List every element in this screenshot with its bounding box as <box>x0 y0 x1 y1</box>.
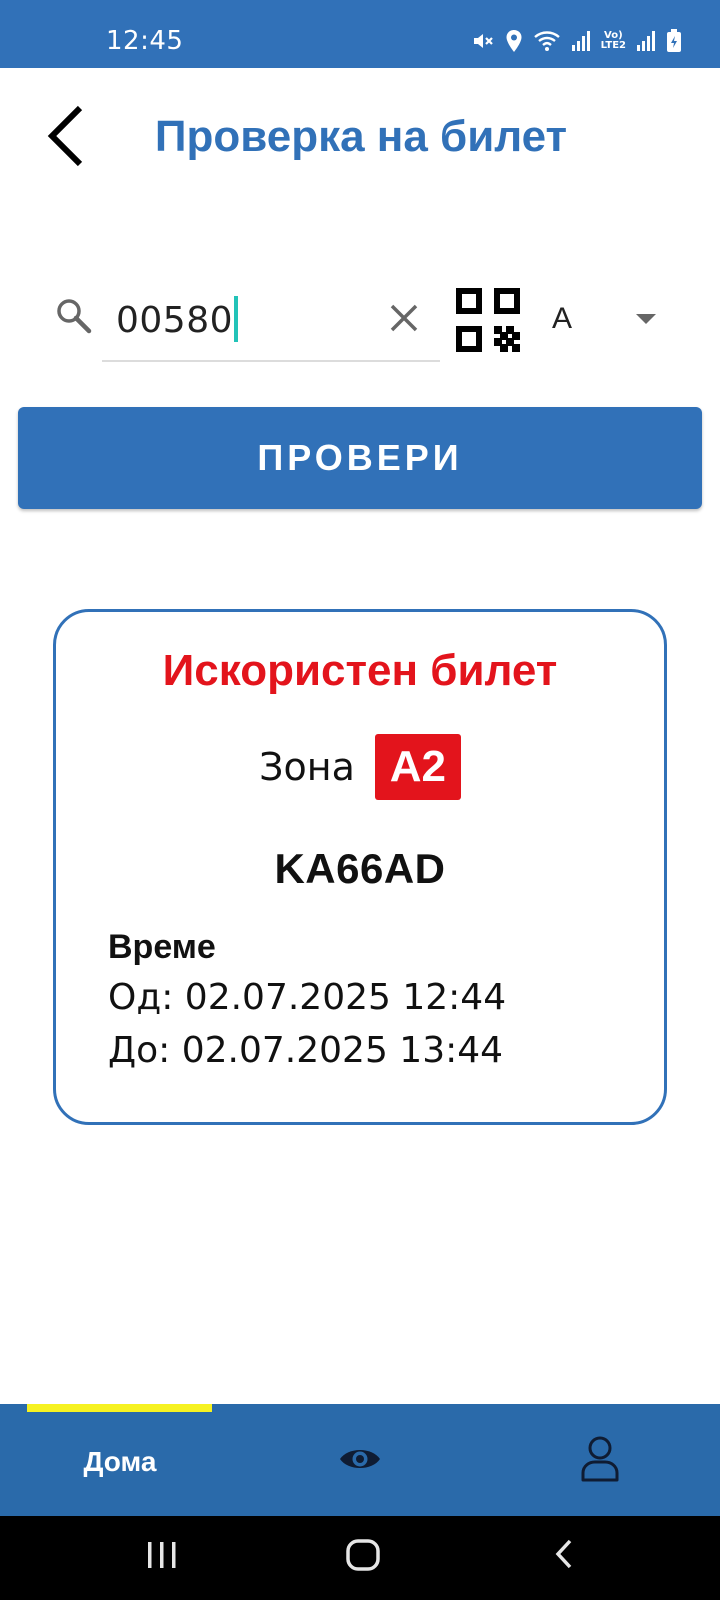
mute-icon <box>473 34 493 48</box>
zone-label: Зона <box>259 745 355 789</box>
status-bar: 12:45 Vo) LTE2 <box>0 0 720 68</box>
time-to: До: 02.07.2025 13:44 <box>108 1030 504 1071</box>
qr-scan-button[interactable] <box>454 286 522 354</box>
text-caret <box>234 296 239 342</box>
nav-home-label: Дома <box>83 1446 157 1477</box>
system-back-button[interactable] <box>535 1534 595 1584</box>
search-icon <box>57 299 92 334</box>
bottom-nav: Дома <box>0 1404 720 1516</box>
ticket-status: Искористен билет <box>162 646 558 695</box>
zone-select[interactable]: A <box>546 290 664 350</box>
system-nav-bar <box>0 1516 720 1600</box>
dropdown-arrow-icon <box>636 314 656 324</box>
result-card: Искористен билет Зона A2 KA66AD Време Од… <box>53 609 667 1125</box>
eye-icon <box>340 1450 380 1468</box>
time-title: Време <box>108 928 216 966</box>
recent-apps-icon <box>148 1542 176 1568</box>
zone-select-value: A <box>552 302 573 335</box>
clear-button[interactable] <box>386 300 422 336</box>
home-circle-icon <box>346 1539 380 1571</box>
volte-icon: Vo) LTE2 <box>600 30 626 51</box>
page-title: Проверка на билет <box>154 112 568 161</box>
check-button[interactable]: ПРОВЕРИ <box>18 407 702 509</box>
zone-badge: A2 <box>374 734 461 800</box>
nav-view[interactable] <box>240 1404 480 1516</box>
nav-home[interactable]: Дома <box>0 1404 240 1516</box>
close-icon <box>390 304 418 332</box>
time-from: Од: 02.07.2025 12:44 <box>108 977 507 1018</box>
qr-code-icon <box>456 288 520 352</box>
zone-row: Зона A2 <box>56 734 664 800</box>
status-time: 12:45 <box>106 26 184 56</box>
signal-icon <box>571 31 590 51</box>
system-home-button[interactable] <box>333 1534 393 1584</box>
user-icon <box>581 1436 619 1482</box>
battery-icon <box>667 29 681 52</box>
wifi-icon <box>533 31 560 51</box>
recent-apps-button[interactable] <box>132 1534 192 1584</box>
nav-profile[interactable] <box>480 1404 720 1516</box>
signal-icon <box>637 31 655 51</box>
search-value: 00580 <box>116 296 239 342</box>
back-icon <box>555 1539 572 1569</box>
license-plate: KA66AD <box>274 845 446 892</box>
time-block: Време Од: 02.07.2025 12:44 До: 02.07.202… <box>108 923 506 1077</box>
status-icons: Vo) LTE2 <box>471 26 682 56</box>
location-icon <box>506 30 522 52</box>
